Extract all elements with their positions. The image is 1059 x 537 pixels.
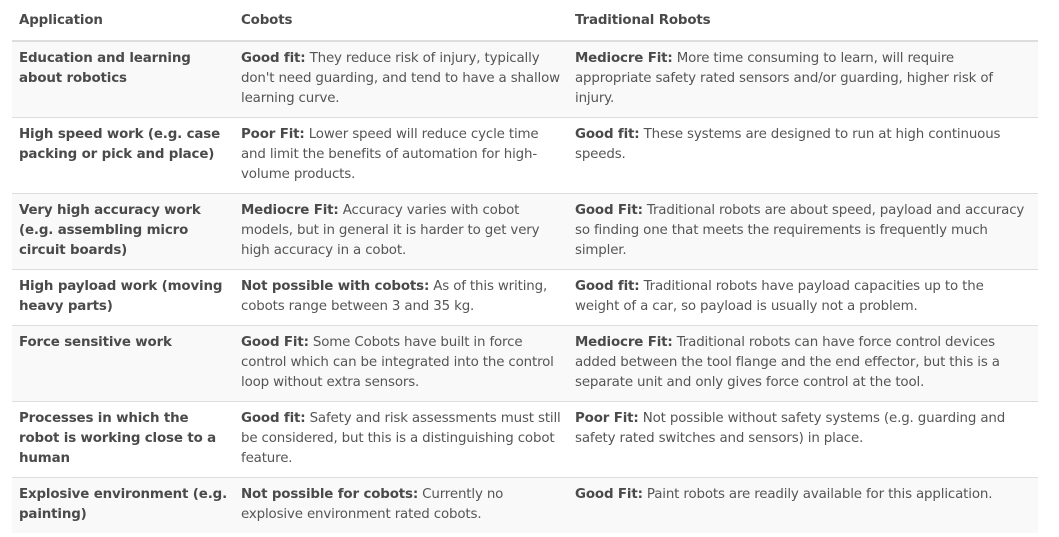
table-row: Very high accuracy work (e.g. assembling… xyxy=(12,193,1038,270)
application-cell: High payload work (moving heavy parts) xyxy=(12,269,234,326)
application-cell: Education and learning about robotics xyxy=(12,41,234,118)
fit-description: Not possible without safety systems (e.g… xyxy=(575,411,1006,446)
application-cell: Processes in which the robot is working … xyxy=(12,401,234,478)
fit-verdict: Not possible for cobots: xyxy=(241,487,419,502)
table-row: Education and learning about robotics Go… xyxy=(12,41,1038,118)
fit-verdict: Not possible with cobots: xyxy=(241,279,430,294)
header-cobots: Cobots xyxy=(234,0,568,42)
fit-verdict: Good Fit: xyxy=(575,203,643,218)
traditional-cell: Good Fit: Paint robots are readily avail… xyxy=(568,477,1038,533)
traditional-cell: Good Fit: Traditional robots are about s… xyxy=(568,193,1038,270)
table-row: Processes in which the robot is working … xyxy=(12,401,1038,478)
traditional-cell: Good fit: Traditional robots have payloa… xyxy=(568,269,1038,326)
fit-verdict: Mediocre Fit: xyxy=(575,335,673,350)
cobots-cell: Good fit: Safety and risk assessments mu… xyxy=(234,401,568,478)
table-row: Explosive environment (e.g. painting) No… xyxy=(12,477,1038,533)
cobots-cell: Not possible for cobots: Currently no ex… xyxy=(234,477,568,533)
fit-verdict: Good fit: xyxy=(575,279,640,294)
cobots-cell: Good Fit: Some Cobots have built in forc… xyxy=(234,325,568,402)
header-traditional-robots: Traditional Robots xyxy=(568,0,1038,42)
application-cell: Force sensitive work xyxy=(12,325,234,402)
application-cell: Very high accuracy work (e.g. assembling… xyxy=(12,193,234,270)
fit-verdict: Good Fit: xyxy=(575,487,643,502)
fit-verdict: Poor Fit: xyxy=(241,127,305,142)
application-cell: Explosive environment (e.g. painting) xyxy=(12,477,234,533)
cobots-cell: Poor Fit: Lower speed will reduce cycle … xyxy=(234,117,568,194)
fit-verdict: Good fit: xyxy=(241,51,306,66)
cobots-vs-traditional-robots-table: Application Cobots Traditional Robots Ed… xyxy=(12,0,1038,533)
cobots-cell: Good fit: They reduce risk of injury, ty… xyxy=(234,41,568,118)
cobots-cell: Not possible with cobots: As of this wri… xyxy=(234,269,568,326)
traditional-cell: Mediocre Fit: Traditional robots can hav… xyxy=(568,325,1038,402)
fit-verdict: Mediocre Fit: xyxy=(575,51,673,66)
table-header-row: Application Cobots Traditional Robots xyxy=(12,0,1038,42)
fit-verdict: Good fit: xyxy=(241,411,306,426)
fit-verdict: Poor Fit: xyxy=(575,411,639,426)
fit-description: Traditional robots are about speed, payl… xyxy=(575,203,1025,258)
header-application: Application xyxy=(12,0,234,42)
table-row: High payload work (moving heavy parts) N… xyxy=(12,269,1038,326)
fit-description: Paint robots are readily available for t… xyxy=(642,487,993,502)
traditional-cell: Good fit: These systems are designed to … xyxy=(568,117,1038,194)
fit-verdict: Mediocre Fit: xyxy=(241,203,339,218)
fit-verdict: Good Fit: xyxy=(241,335,309,350)
comparison-table-container: Application Cobots Traditional Robots Ed… xyxy=(12,0,1038,533)
application-cell: High speed work (e.g. case packing or pi… xyxy=(12,117,234,194)
traditional-cell: Mediocre Fit: More time consuming to lea… xyxy=(568,41,1038,118)
fit-description: These systems are designed to run at hig… xyxy=(575,127,1001,162)
table-row: Force sensitive work Good Fit: Some Cobo… xyxy=(12,325,1038,402)
cobots-cell: Mediocre Fit: Accuracy varies with cobot… xyxy=(234,193,568,270)
table-row: High speed work (e.g. case packing or pi… xyxy=(12,117,1038,194)
fit-verdict: Good fit: xyxy=(575,127,640,142)
traditional-cell: Poor Fit: Not possible without safety sy… xyxy=(568,401,1038,478)
